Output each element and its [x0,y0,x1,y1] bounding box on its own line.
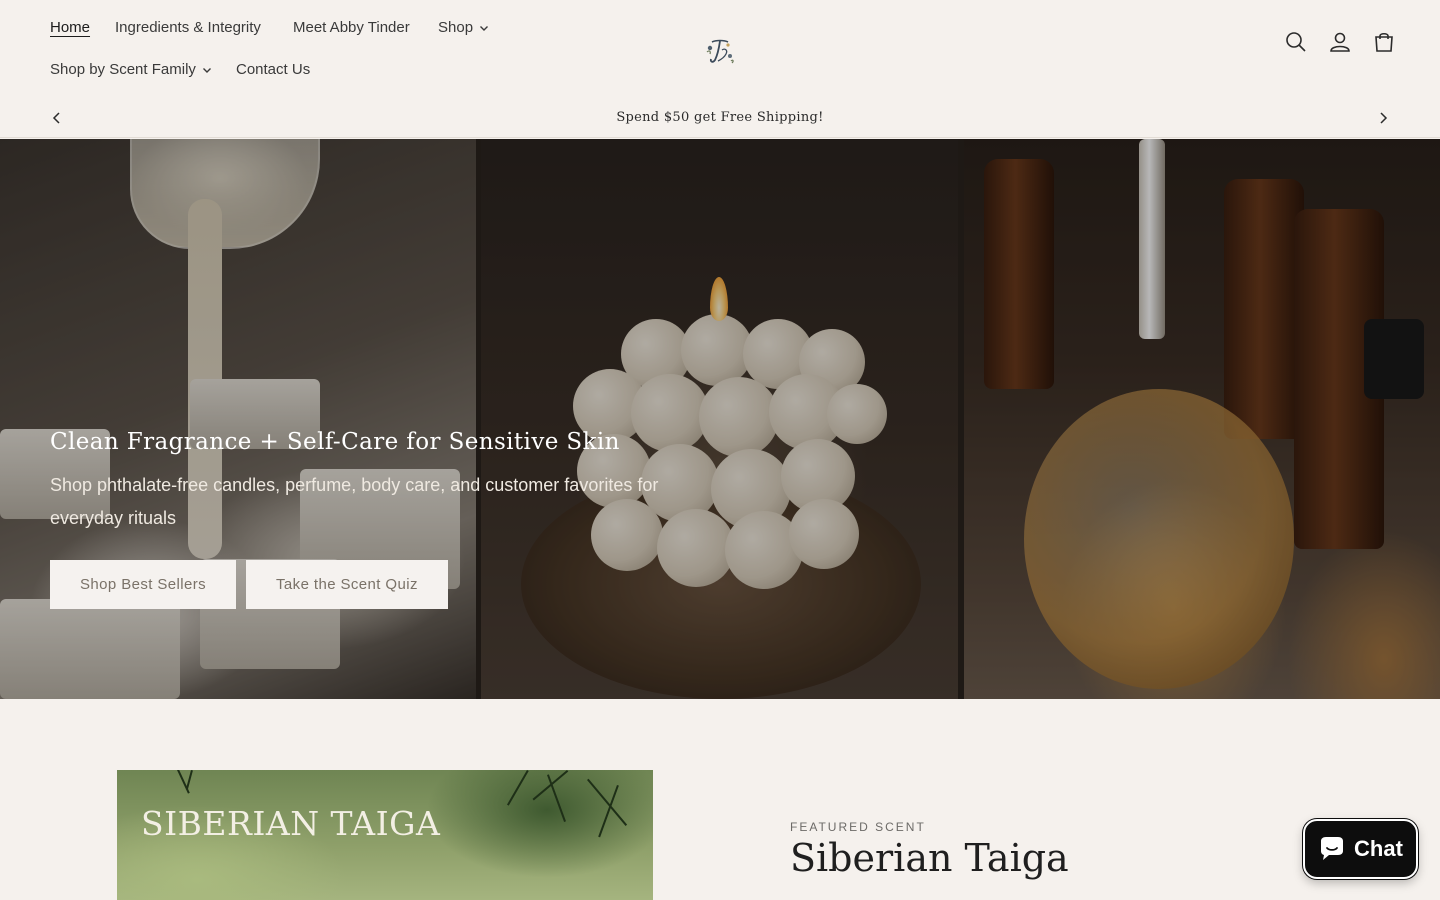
featured-scent-image[interactable]: SIBERIAN TAIGA [117,770,653,900]
chevron-right-icon [1380,112,1388,124]
cart-icon[interactable] [1372,30,1396,54]
nav-shop-label: Shop [438,19,474,36]
announcement-text: Spend $50 get Free Shipping! [616,110,824,125]
nav-home-label: Home [50,19,91,36]
nav-scent-family-label: Shop by Scent Family [50,61,196,78]
announcement-next-button[interactable] [1375,110,1391,126]
hero-content: Clean Fragrance + Self-Care for Sensitiv… [50,429,770,609]
featured-eyebrow: FEATURED SCENT [790,820,926,834]
chevron-down-icon [202,68,211,73]
chat-bubble-icon [1321,837,1344,860]
chevron-down-icon [480,26,489,31]
hero-subtitle: Shop phthalate-free candles, perfume, bo… [50,475,659,528]
announcement-bar: Spend $50 get Free Shipping! [0,100,1440,138]
nav-shop-by-scent-family[interactable]: Shop by Scent Family [50,50,212,90]
hero-title: Clean Fragrance + Self-Care for Sensitiv… [50,429,620,455]
site-header: Home Ingredients & Integrity Meet Abby T… [0,0,1440,100]
header-icons [1284,30,1396,54]
featured-image-text: SIBERIAN TAIGA [141,804,441,843]
chat-label: Chat [1354,836,1403,861]
nav-shop[interactable]: Shop [438,8,489,48]
nav-contact-us[interactable]: Contact Us [236,50,310,90]
nav-contact-label: Contact Us [236,61,311,78]
hero-buttons: Shop Best Sellers Take the Scent Quiz [50,560,448,609]
nav-ingredients-integrity[interactable]: Ingredients & Integrity [115,8,261,48]
nav-home[interactable]: Home [50,8,90,48]
hero-banner: Clean Fragrance + Self-Care for Sensitiv… [0,139,1440,699]
account-icon[interactable] [1328,30,1352,54]
nav-ingredients-label: Ingredients & Integrity [115,19,261,36]
floral-monogram-logo-icon [706,39,734,64]
take-scent-quiz-button[interactable]: Take the Scent Quiz [246,560,448,609]
search-icon[interactable] [1284,30,1308,54]
nav-meet-abby-tinder[interactable]: Meet Abby Tinder [293,8,410,48]
shop-best-sellers-button[interactable]: Shop Best Sellers [50,560,237,609]
nav-meet-label: Meet Abby Tinder [293,19,410,36]
site-logo[interactable] [700,30,740,70]
featured-title: Siberian Taiga [790,836,1069,880]
chat-widget-button[interactable]: Chat [1303,819,1418,879]
